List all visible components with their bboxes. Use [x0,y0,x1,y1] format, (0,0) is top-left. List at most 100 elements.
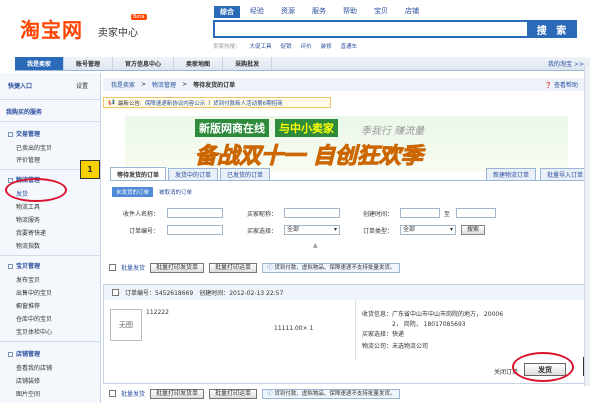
search-input[interactable] [213,20,529,38]
scrollbar[interactable] [584,66,590,386]
logistics-company: 物流公司：未选物流公司 [362,343,429,350]
hot-link[interactable]: 直通车 [341,42,358,50]
nav-wholesale[interactable]: 采购批发 [223,57,273,70]
bulk-ship-link[interactable]: 批量发货 [121,263,145,272]
bulk-print-ship-button[interactable]: 批量打印发货单 [150,388,205,399]
sidebar-item-reviews[interactable]: 评价管理 [16,155,40,164]
nav-seller-map[interactable]: 卖家地图 [174,57,224,70]
buyer-select-label: 买家选择： [247,228,278,235]
sidebar-item-view-shop[interactable]: 查看我的店铺 [16,363,52,372]
settings-link[interactable]: 设置 [76,81,88,90]
section-items[interactable]: 宝贝管理 [8,261,40,270]
section-shop[interactable]: 店铺管理 [8,349,40,358]
order-no-label: 订单编号： [129,228,160,235]
buyer-select-dropdown[interactable]: 全部 ▾ [284,225,340,235]
taobao-logo[interactable]: 淘宝网 [20,14,83,43]
receiver-input[interactable] [167,208,223,218]
hot-label: 卖家热搜： [213,44,241,50]
search-tab-services[interactable]: 服务 [312,6,326,16]
sidebar-item-logistics-tools[interactable]: 物流工具 [16,202,40,211]
notice-label: 最新公告: [117,100,142,107]
created-from-input[interactable] [400,208,440,218]
sidebar-item-checkup[interactable]: 宝贝体检中心 [16,327,52,336]
buyer-input[interactable] [284,208,340,218]
search-orders-button[interactable]: 搜索 [461,225,486,235]
chevron-down-icon: ▾ [449,226,453,233]
sidebar-item-showcase[interactable]: 橱窗推荐 [16,301,40,310]
filter-form: 收件人名称： 买家昵称： 创建时间： 至 订单编号： 买家选择： 全部 ▾ 订单类… [103,202,590,256]
search-tab-shops[interactable]: 店铺 [405,6,419,16]
hot-link[interactable]: 大促工具 [250,42,272,50]
collapse-icon [8,352,13,357]
order-type-label: 订单类型： [363,228,394,235]
created-to-input[interactable] [456,208,496,218]
sidebar-item-logistics-index[interactable]: 物流指数 [16,241,40,250]
search-button[interactable]: 搜 索 [529,20,577,38]
order-tabs: 等待发货的订单 发货中的订单 已发货的订单 新建物流订单 批量导入订单 [110,167,590,181]
hot-link[interactable]: 装修 [321,42,332,50]
item-link[interactable]: 112222 [146,309,169,316]
hot-link[interactable]: 评价 [301,42,312,50]
tab-shipped[interactable]: 已发货的订单 [220,168,271,180]
section-title: 交易管理 [16,131,41,138]
buyer-choice: 买家选择：快递 [362,331,405,338]
collapse-icon [8,132,13,137]
promo-banner[interactable]: 新版网商在线 与中小卖家 备战双十一 自创狂欢季 季我行 赚流量 [125,116,568,172]
sidebar-item-warehouse[interactable]: 仓库中的宝贝 [16,314,52,323]
banner-line2: 与中小卖家 [275,119,338,137]
order-no: 订单编号：5452618669 [125,290,194,297]
search-tab-all[interactable]: 综合 [214,6,240,18]
bulk-ship-link[interactable]: 批量发货 [121,389,145,398]
tab-shipping[interactable]: 发货中的订单 [168,168,219,180]
bulk-print-express-button[interactable]: 批量打印运单 [209,388,258,399]
select-all-checkbox[interactable] [109,390,116,397]
collapse-icon [8,264,13,269]
order-type-dropdown[interactable]: 全部 ▾ [400,225,456,235]
help-link[interactable]: ❓ 查看帮助 [545,80,578,89]
sidebar-item-on-sale[interactable]: 出售中的宝贝 [16,288,52,297]
section-trade[interactable]: 交易管理 [8,129,40,138]
sub-tabs: 未发货的订单 被取消的订单 [112,187,192,197]
tab-pending[interactable]: 等待发货的订单 [110,167,167,180]
order-checkbox[interactable] [112,289,119,296]
bulk-print-ship-button[interactable]: 批量打印发货单 [150,262,205,273]
sidebar-item-images[interactable]: 图片空间 [16,389,40,398]
step-badge-1: 1 [80,160,100,179]
to-label: 至 [444,211,451,218]
breadcrumb: 我是卖家 > 物流管理 > 等待发货的订单 ❓ 查看帮助 [103,78,590,91]
bulk-import-button[interactable]: 批量导入订单 [539,168,590,180]
collapse-arrow-icon[interactable]: ▲ [313,242,318,249]
search-tab-experience[interactable]: 经验 [250,6,264,16]
megaphone-icon: 📢 [108,99,115,106]
order-no-input[interactable] [167,225,223,235]
bulk-bar-bottom: 批量发货 批量打印发货单 批量打印运单 ⓘ 货到付款、虚拟物品、保障速递不支持批… [103,386,590,401]
banner-slogan: 季我行 赚流量 [361,126,425,137]
notice-link-2[interactable]: 货到付款新人活动第6期招商 [213,99,283,107]
sidebar-item-publish[interactable]: 发布宝贝 [16,275,40,284]
bulk-print-express-button[interactable]: 批量打印运单 [209,262,258,273]
order-header: 订单编号：5452618669 创建时间：2012-02-13 22:57 [104,285,589,300]
bought-services-link[interactable]: 我购买的服务 [6,107,42,116]
sidebar-item-sold[interactable]: 已卖出的宝贝 [16,143,52,152]
sidebar-item-decorate[interactable]: 店铺装修 [16,376,40,385]
sidebar-item-express[interactable]: 我要寄快递 [16,228,46,237]
hot-link[interactable]: 促销 [281,42,292,50]
sidebar-item-logistics-services[interactable]: 物流服务 [16,215,40,224]
breadcrumb-logistics[interactable]: 物流管理 [152,80,176,89]
search-tab-items[interactable]: 宝贝 [374,6,388,16]
subtab-unshipped[interactable]: 未发货的订单 [112,187,154,197]
receiver-info-2: 2， 岗院， 18017085693 [392,321,466,328]
search-tab-resources[interactable]: 资源 [281,6,295,16]
beta-badge: Beta [131,14,147,20]
seller-center-title: 卖家中心 [98,28,138,39]
breadcrumb-seller[interactable]: 我是卖家 [111,80,135,89]
no-image-placeholder: 无图 [110,309,142,341]
select-all-checkbox[interactable] [109,264,116,271]
nav-account[interactable]: 账号管理 [64,57,114,70]
nav-official-info[interactable]: 官方信息中心 [113,57,175,70]
notice-link-1[interactable]: 保障速递新协议内容公示 [145,99,206,107]
nav-seller[interactable]: 我是卖家 [15,57,65,70]
new-logistics-order-button[interactable]: 新建物流订单 [485,168,536,180]
subtab-cancelled[interactable]: 被取消的订单 [159,188,192,196]
search-tab-help[interactable]: 帮助 [343,6,357,16]
